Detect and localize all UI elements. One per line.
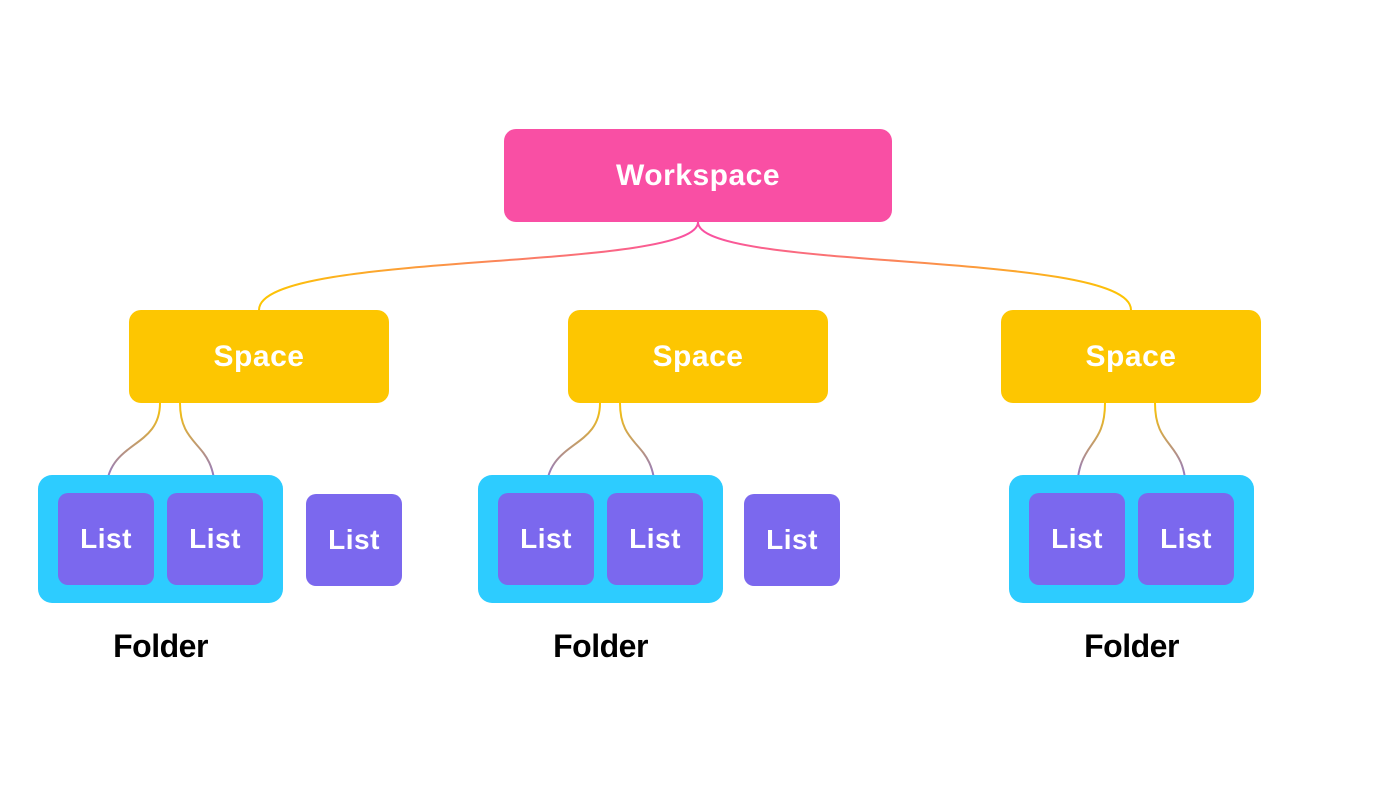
space-node-1: Space [129,310,389,403]
list-node-1-loose: List [306,494,402,586]
list-node-3-2: List [1138,493,1234,585]
folder-label-1: Folder [38,628,283,665]
list-node-1-2: List [167,493,263,585]
list-node-3-1: List [1029,493,1125,585]
space-node-3: Space [1001,310,1261,403]
space-label: Space [214,340,305,374]
list-label: List [189,523,241,555]
workspace-node: Workspace [504,129,892,222]
list-label: List [80,523,132,555]
list-label: List [520,523,572,555]
folder-label-2: Folder [478,628,723,665]
list-label: List [1051,523,1103,555]
list-label: List [629,523,681,555]
list-node-2-1: List [498,493,594,585]
space-label: Space [653,340,744,374]
list-node-2-2: List [607,493,703,585]
list-label: List [766,524,818,556]
workspace-label: Workspace [616,159,780,193]
list-label: List [328,524,380,556]
list-label: List [1160,523,1212,555]
folder-label-3: Folder [1009,628,1254,665]
space-node-2: Space [568,310,828,403]
list-node-1-1: List [58,493,154,585]
list-node-2-loose: List [744,494,840,586]
space-label: Space [1086,340,1177,374]
